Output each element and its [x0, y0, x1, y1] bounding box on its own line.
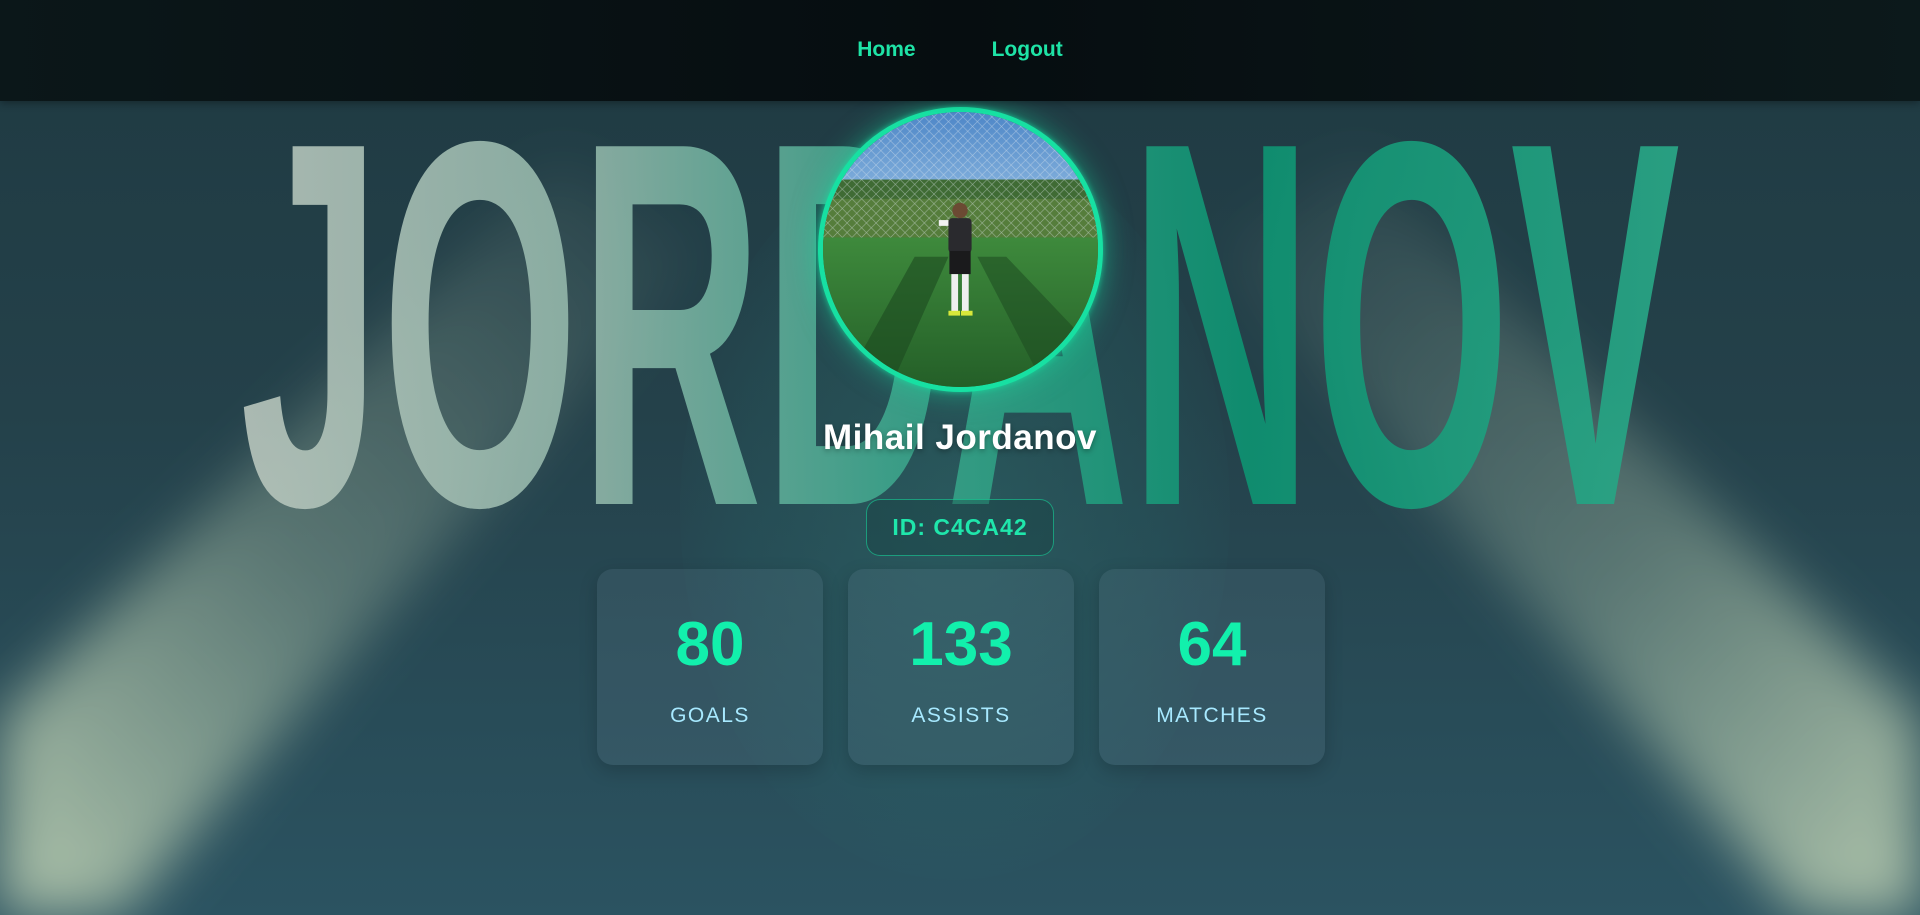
nav-home-link[interactable]: Home: [857, 38, 915, 63]
top-navbar: Home Logout: [0, 0, 1920, 101]
stat-card-assists: 133 ASSISTS: [848, 569, 1074, 765]
goals-label: GOALS: [670, 704, 750, 727]
player-photo-icon: [823, 112, 1098, 387]
assists-value: 133: [909, 610, 1013, 679]
goals-value: 80: [675, 610, 745, 679]
player-name: Mihail Jordanov: [823, 418, 1097, 457]
stat-card-matches: 64 MATCHES: [1099, 569, 1325, 765]
matches-label: MATCHES: [1156, 704, 1268, 727]
assists-label: ASSISTS: [911, 704, 1011, 727]
matches-value: 64: [1177, 610, 1247, 679]
nav-logout-link[interactable]: Logout: [992, 38, 1063, 63]
stats-row: 80 GOALS 133 ASSISTS 64 MATCHES: [597, 569, 1325, 765]
player-id-badge: ID: C4CA42: [866, 499, 1054, 556]
player-avatar: [818, 107, 1103, 392]
stat-card-goals: 80 GOALS: [597, 569, 823, 765]
